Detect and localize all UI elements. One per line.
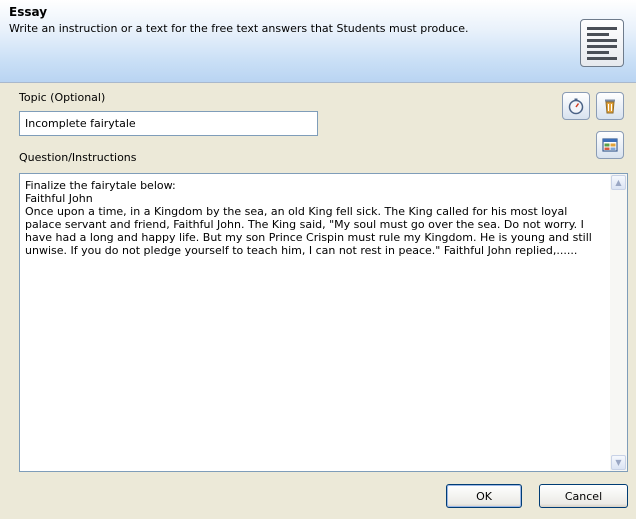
- question-label: Question/Instructions: [19, 151, 137, 164]
- vertical-scrollbar[interactable]: ▲ ▼: [610, 174, 627, 471]
- topic-input[interactable]: [19, 111, 318, 136]
- dialog-header: Essay Write an instruction or a text for…: [0, 0, 636, 83]
- scroll-up-button[interactable]: ▲: [611, 175, 626, 190]
- cancel-button[interactable]: Cancel: [539, 484, 628, 508]
- dialog-title: Essay: [9, 5, 48, 19]
- timer-button[interactable]: [562, 92, 590, 120]
- chevron-down-icon: ▼: [615, 457, 622, 467]
- essay-lines-icon: [580, 19, 624, 67]
- stopwatch-icon: [568, 98, 584, 115]
- insert-table-button[interactable]: [596, 131, 624, 159]
- dialog-description: Write an instruction or a text for the f…: [9, 22, 469, 35]
- question-textarea[interactable]: Finalize the fairytale below: Faithful J…: [19, 173, 628, 472]
- table-icon: [602, 138, 618, 152]
- trash-icon: [605, 99, 615, 114]
- question-text[interactable]: Finalize the fairytale below: Faithful J…: [25, 179, 605, 467]
- delete-button[interactable]: [596, 92, 624, 120]
- topic-label: Topic (Optional): [19, 91, 106, 104]
- scroll-down-button[interactable]: ▼: [611, 455, 626, 470]
- ok-button[interactable]: OK: [446, 484, 522, 508]
- chevron-up-icon: ▲: [615, 177, 622, 187]
